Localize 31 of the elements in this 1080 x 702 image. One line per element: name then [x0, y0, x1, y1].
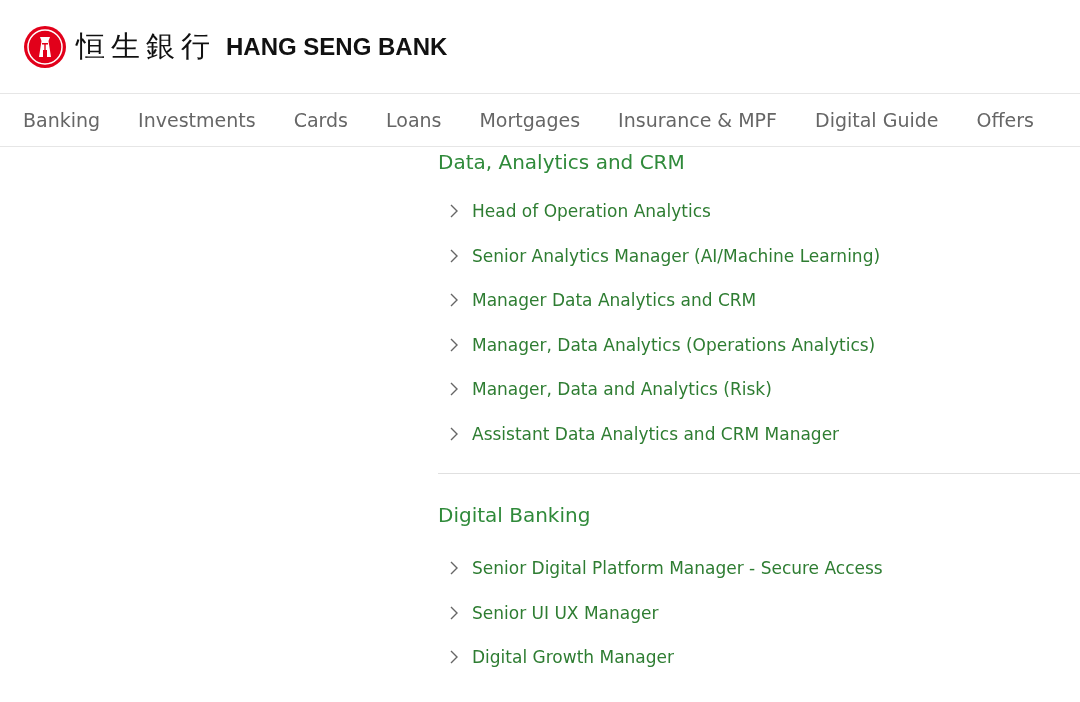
chevron-right-icon	[450, 204, 458, 219]
nav-link[interactable]: Digital Guide	[815, 109, 939, 131]
nav-link[interactable]: Loans	[386, 109, 442, 131]
job-link[interactable]: Head of Operation Analytics	[472, 201, 711, 222]
job-link[interactable]: Assistant Data Analytics and CRM Manager	[472, 423, 840, 444]
logo-text: HANG SENG BANK	[226, 32, 448, 61]
logo-chinese-text: 恒生銀行	[76, 27, 216, 65]
chevron-right-icon	[450, 337, 458, 352]
chevron-right-icon	[450, 561, 458, 576]
chevron-right-icon	[450, 605, 458, 620]
job-link[interactable]: Manager Data Analytics and CRM	[472, 290, 757, 311]
nav-link[interactable]: Offers	[976, 109, 1034, 131]
chevron-right-icon	[450, 426, 458, 441]
job-link[interactable]: Senior Digital Platform Manager - Secure Access	[472, 558, 883, 579]
nav-link[interactable]: Cards	[293, 109, 348, 131]
chevron-right-icon	[450, 650, 458, 665]
job-link[interactable]: Manager, Data and Analytics (Risk)	[472, 379, 772, 400]
section-heading: Data, Analytics and CRM	[438, 149, 686, 176]
job-link[interactable]: Manager, Data Analytics (Operations Analytics)	[472, 334, 876, 355]
chevron-right-icon	[450, 248, 458, 263]
chevron-right-icon	[450, 293, 458, 308]
nav-link[interactable]: Investments	[138, 109, 256, 131]
job-link[interactable]: Senior UI UX Manager	[472, 602, 659, 623]
nav-link[interactable]: Banking	[23, 109, 101, 131]
nav-link[interactable]: Mortgages	[479, 109, 581, 131]
chevron-right-icon	[450, 382, 458, 397]
job-link[interactable]: Digital Growth Manager	[472, 647, 674, 668]
section-heading: Digital Banking	[438, 502, 592, 529]
logo-icon	[24, 25, 66, 68]
job-link[interactable]: Senior Analytics Manager (AI/Machine Learning)	[472, 245, 881, 266]
nav-link[interactable]: Insurance & MPF	[618, 109, 777, 131]
